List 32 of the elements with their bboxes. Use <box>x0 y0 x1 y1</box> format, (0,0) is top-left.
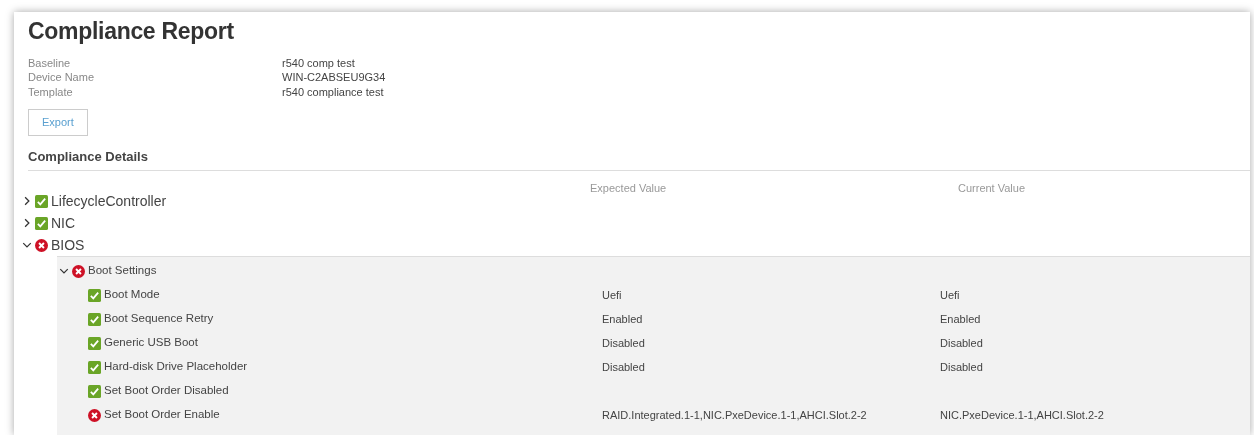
field-label: Device Name <box>28 70 96 85</box>
field-label: Baseline <box>28 55 72 71</box>
expected-value: Disabled <box>602 360 645 373</box>
report-title: Compliance Report <box>28 18 235 46</box>
field-value: r540 comp test <box>282 55 356 71</box>
chevron-right-icon[interactable] <box>22 196 32 207</box>
chevron-right-icon[interactable] <box>22 218 32 229</box>
field-value: WIN-C2ABSEU9G34 <box>282 70 387 85</box>
expected-value: Uefi <box>602 288 622 301</box>
tree-item-label[interactable]: Set Boot Order Disabled <box>104 382 229 400</box>
field-label: Template <box>28 84 74 100</box>
section-heading: Compliance Details <box>28 146 1250 172</box>
current-value: Enabled <box>940 312 981 325</box>
tree-item-label[interactable]: Generic USB Boot <box>104 334 198 352</box>
tree-item-label[interactable]: Set Boot Order Enable <box>104 406 220 424</box>
tree-item-label[interactable]: BIOS <box>51 234 85 256</box>
expected-value: Enabled <box>602 312 643 325</box>
tree-item-label[interactable]: LifecycleController <box>51 190 167 212</box>
current-value: Uefi <box>940 288 960 301</box>
field-value: r540 compliance test <box>282 84 385 100</box>
tree-item-label[interactable]: Boot Settings <box>88 262 157 280</box>
current-value: Disabled <box>940 360 983 373</box>
column-header: Expected Value <box>590 181 668 197</box>
tree-item-label[interactable]: NIC <box>51 212 76 234</box>
tree-item-label[interactable]: Hard-disk Drive Placeholder <box>104 358 248 376</box>
tree-item-label[interactable]: Boot Sequence Retry <box>104 310 214 328</box>
current-value: Disabled <box>940 336 983 349</box>
tree-item-label[interactable]: Boot Mode <box>104 286 160 304</box>
column-header: Current Value <box>958 182 1026 195</box>
current-value: NIC.PxeDevice.1-1,AHCI.Slot.2-2 <box>940 408 1104 421</box>
expected-value: Disabled <box>602 336 645 349</box>
expected-value: RAID.Integrated.1-1,NIC.PxeDevice.1-1,AHCI.Slot.2-2 <box>602 408 867 421</box>
